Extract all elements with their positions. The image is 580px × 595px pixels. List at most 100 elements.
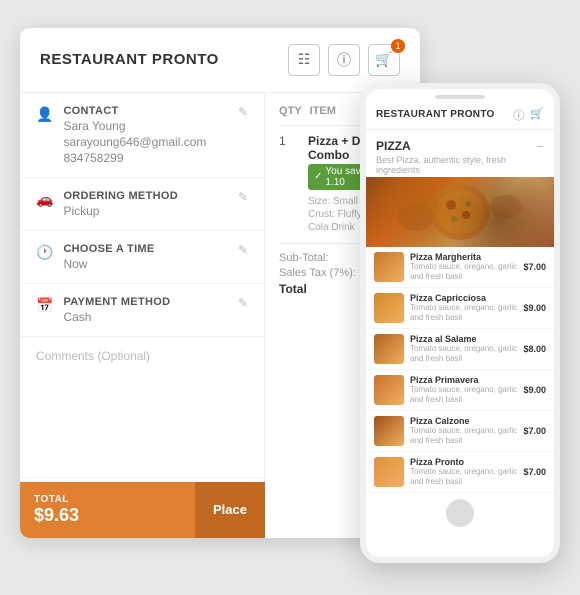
contact-email: sarayoung646@gmail.com <box>63 135 228 149</box>
mobile-header: RESTAURANT PRONTO ⓘ 🛒 <box>366 103 554 130</box>
pizza-price: $7.00 <box>523 467 546 477</box>
pizza-thumbnail <box>374 375 404 405</box>
total-row-label: Total <box>279 282 307 296</box>
pizza-info: Pizza Calzone Tomato sauce, oregano, gar… <box>410 416 517 445</box>
mobile-pizza-list: Pizza Margherita Tomato sauce, oregano, … <box>366 247 554 493</box>
subtotal-label: Sub-Total: <box>279 252 329 264</box>
header-icons: ☷ ⓘ 🛒 1 <box>288 44 400 76</box>
cart-badge: 1 <box>391 39 405 53</box>
card-header: RESTAURANT PRONTO ☷ ⓘ 🛒 1 <box>20 28 420 93</box>
checkmark-icon: ✓ <box>314 171 322 182</box>
pizza-desc: Tomato sauce, oregano, garlic and fresh … <box>410 262 517 281</box>
contact-phone: 834758299 <box>63 151 228 165</box>
pizza-desc: Tomato sauce, oregano, garlic and fresh … <box>410 385 517 404</box>
mobile-collapse-icon[interactable]: − <box>536 138 544 154</box>
ordering-icon: 🚗 <box>36 191 53 208</box>
ordering-value: Pickup <box>63 204 228 218</box>
place-order-button[interactable]: Place <box>195 482 265 538</box>
restaurant-name: RESTAURANT PRONTO <box>40 51 219 68</box>
scene: RESTAURANT PRONTO ☷ ⓘ 🛒 1 👤 <box>20 28 560 568</box>
time-value: Now <box>63 257 228 271</box>
pizza-desc: Tomato sauce, oregano, garlic and fresh … <box>410 467 517 486</box>
pizza-thumbnail <box>374 416 404 446</box>
pizza-info: Pizza Margherita Tomato sauce, oregano, … <box>410 252 517 281</box>
comments-area: Comments (Optional) <box>20 337 264 477</box>
contact-icon: 👤 <box>36 106 53 123</box>
total-section: TOTAL $9.63 <box>20 482 195 538</box>
pizza-desc: Tomato sauce, oregano, garlic and fresh … <box>410 426 517 445</box>
mobile-pizza-item[interactable]: Pizza Margherita Tomato sauce, oregano, … <box>366 247 554 288</box>
pizza-info: Pizza Capricciosa Tomato sauce, oregano,… <box>410 293 517 322</box>
pizza-name: Pizza Margherita <box>410 252 517 262</box>
cart-icon: 🛒 <box>375 51 392 68</box>
info-button[interactable]: ⓘ <box>328 44 360 76</box>
payment-label: PAYMENT METHOD <box>63 296 228 308</box>
pizza-desc: Tomato sauce, oregano, garlic and fresh … <box>410 303 517 322</box>
mobile-section-title: PIZZA <box>376 139 411 153</box>
pizza-price: $7.00 <box>523 262 546 272</box>
pizza-name: Pizza Primavera <box>410 375 517 385</box>
checkout-footer: TOTAL $9.63 Place <box>20 482 265 538</box>
ordering-content: ORDERING METHOD Pickup <box>63 190 228 218</box>
ordering-edit-button[interactable]: ✎ <box>238 190 248 204</box>
mobile-home-button[interactable] <box>446 499 474 527</box>
ordering-label: ORDERING METHOD <box>63 190 228 202</box>
mobile-info-icon[interactable]: ⓘ <box>513 107 524 123</box>
pizza-price: $9.00 <box>523 385 546 395</box>
cart-button[interactable]: 🛒 1 <box>368 44 400 76</box>
time-edit-button[interactable]: ✎ <box>238 243 248 257</box>
mobile-pizza-item[interactable]: Pizza Primavera Tomato sauce, oregano, g… <box>366 370 554 411</box>
pizza-hero-svg <box>366 177 554 247</box>
mobile-header-icons: ⓘ 🛒 <box>513 107 544 123</box>
pizza-thumbnail <box>374 334 404 364</box>
left-panel: 👤 CONTACT Sara Young sarayoung646@gmail.… <box>20 93 265 538</box>
time-section: 🕐 CHOOSE A TIME Now ✎ <box>20 231 264 284</box>
pizza-info: Pizza Pronto Tomato sauce, oregano, garl… <box>410 457 517 486</box>
pizza-name: Pizza Capricciosa <box>410 293 517 303</box>
time-icon: 🕐 <box>36 244 53 261</box>
payment-edit-button[interactable]: ✎ <box>238 296 248 310</box>
payment-icon: 📅 <box>36 297 53 314</box>
mobile-pizza-item[interactable]: Pizza Pronto Tomato sauce, oregano, garl… <box>366 452 554 493</box>
pizza-name: Pizza al Salame <box>410 334 517 344</box>
mobile-section-desc: Best Pizza, authentic style, fresh ingre… <box>376 155 544 175</box>
info-icon: ⓘ <box>337 50 351 70</box>
col-qty: Qty <box>279 105 302 117</box>
pizza-info: Pizza al Salame Tomato sauce, oregano, g… <box>410 334 517 363</box>
pizza-name: Pizza Pronto <box>410 457 517 467</box>
total-amount: $9.63 <box>34 505 181 526</box>
pizza-info: Pizza Primavera Tomato sauce, oregano, g… <box>410 375 517 404</box>
mobile-cart-icon[interactable]: 🛒 <box>530 107 544 123</box>
comments-placeholder: Comments (Optional) <box>36 349 248 363</box>
mobile-overlay: RESTAURANT PRONTO ⓘ 🛒 PIZZA − Best Pizza… <box>360 83 560 563</box>
total-label: TOTAL <box>34 494 181 505</box>
contact-section: 👤 CONTACT Sara Young sarayoung646@gmail.… <box>20 93 264 178</box>
payment-value: Cash <box>63 310 228 324</box>
pizza-thumbnail <box>374 252 404 282</box>
pizza-thumbnail <box>374 457 404 487</box>
mobile-pizza-item[interactable]: Pizza Capricciosa Tomato sauce, oregano,… <box>366 288 554 329</box>
pizza-thumbnail <box>374 293 404 323</box>
item-qty: 1 <box>279 134 304 148</box>
mobile-pizza-item[interactable]: Pizza Calzone Tomato sauce, oregano, gar… <box>366 411 554 452</box>
mobile-notch <box>435 95 485 99</box>
menu-button[interactable]: ☷ <box>288 44 320 76</box>
payment-section: 📅 PAYMENT METHOD Cash ✎ <box>20 284 264 337</box>
tax-label: Sales Tax (7%): <box>279 267 356 279</box>
contact-name: Sara Young <box>63 119 228 133</box>
pizza-desc: Tomato sauce, oregano, garlic and fresh … <box>410 344 517 363</box>
ordering-section: 🚗 ORDERING METHOD Pickup ✎ <box>20 178 264 231</box>
mobile-pizza-item[interactable]: Pizza al Salame Tomato sauce, oregano, g… <box>366 329 554 370</box>
contact-label: CONTACT <box>63 105 228 117</box>
time-content: CHOOSE A TIME Now <box>63 243 228 271</box>
pizza-price: $8.00 <box>523 344 546 354</box>
mobile-title: RESTAURANT PRONTO <box>376 109 495 120</box>
mobile-hero-image <box>366 177 554 247</box>
menu-icon: ☷ <box>298 51 311 68</box>
payment-content: PAYMENT METHOD Cash <box>63 296 228 324</box>
pizza-price: $7.00 <box>523 426 546 436</box>
contact-content: CONTACT Sara Young sarayoung646@gmail.co… <box>63 105 228 165</box>
pizza-price: $9.00 <box>523 303 546 313</box>
pizza-name: Pizza Calzone <box>410 416 517 426</box>
contact-edit-button[interactable]: ✎ <box>238 105 248 119</box>
